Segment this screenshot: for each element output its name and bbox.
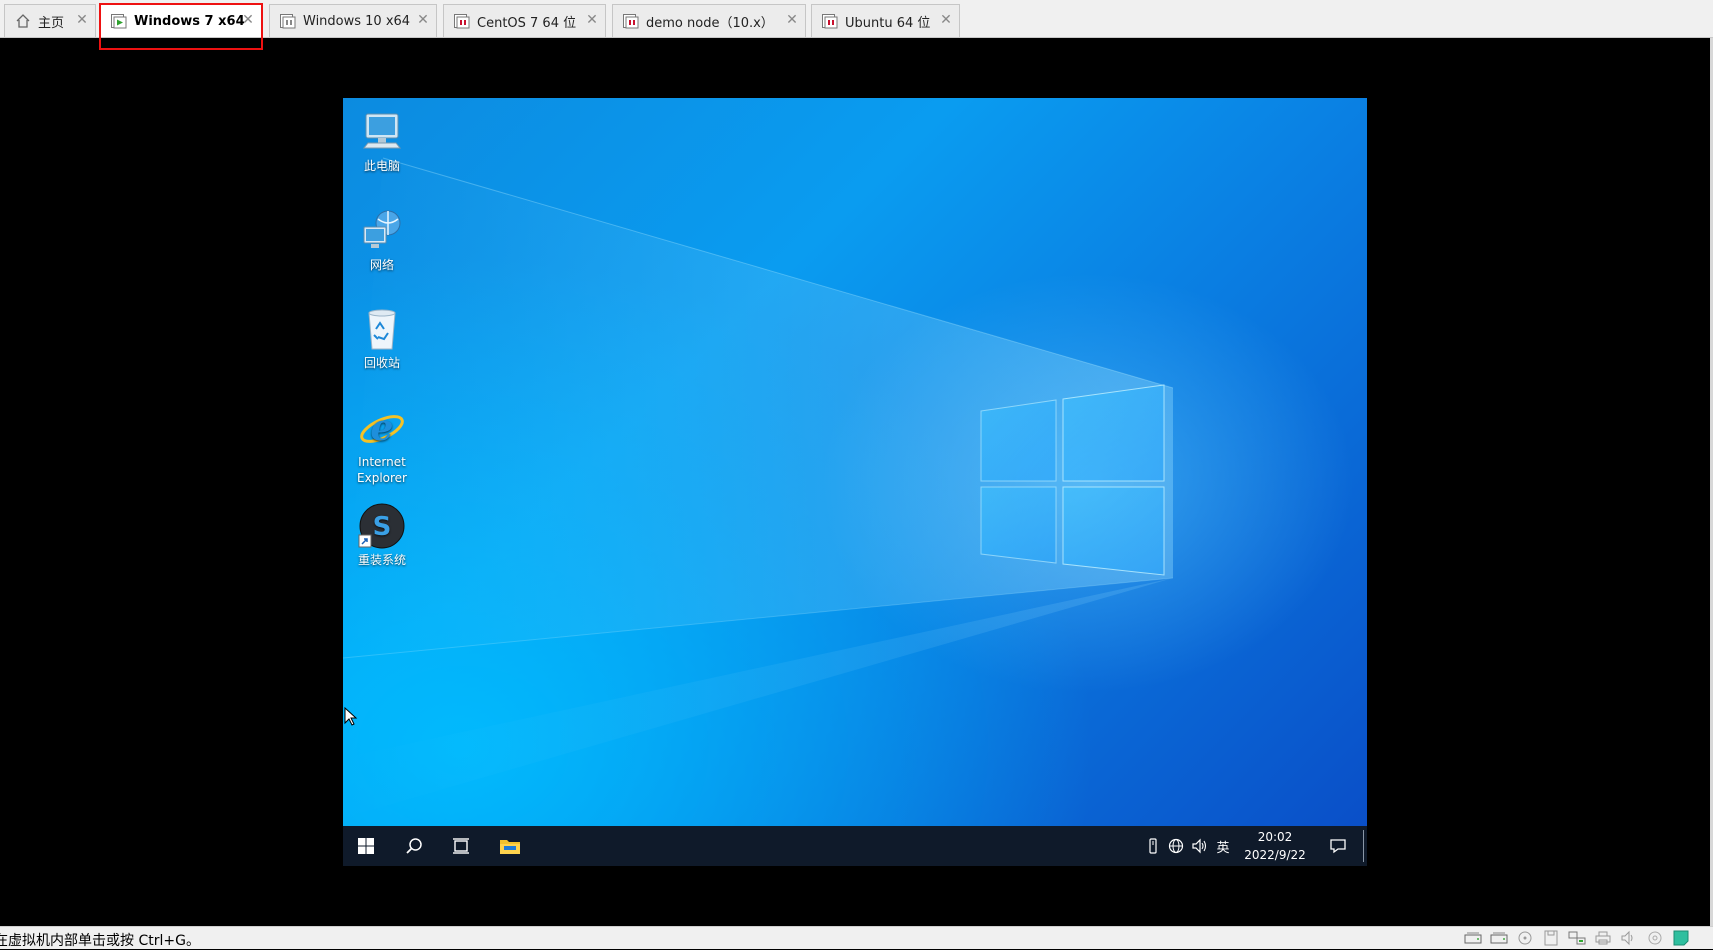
this-pc-icon: [358, 108, 406, 156]
usb-icon[interactable]: [1645, 930, 1665, 946]
vm-icon: [453, 12, 471, 30]
tab-label: demo node（10.x）: [646, 15, 774, 31]
start-icon: [358, 838, 374, 854]
status-bar: 在虚拟机内部单击或按 Ctrl+G。: [0, 926, 1713, 949]
volume-icon: [1192, 838, 1207, 854]
tab-label: Ubuntu 64 位: [845, 15, 931, 31]
vm-running-icon: [110, 12, 128, 30]
file-explorer-icon: [500, 840, 520, 854]
network-icon: [358, 207, 406, 255]
internet-explorer-icon: e: [358, 404, 406, 452]
icon-label: 网络: [369, 258, 394, 272]
task-view-icon: [453, 838, 469, 854]
search-button[interactable]: [391, 826, 437, 866]
tab-label: Windows 10 x64: [303, 13, 411, 29]
desktop-wallpaper[interactable]: 此电脑 网络 回收站 e Internet Explorer S 重装系统: [343, 98, 1367, 826]
status-message: 在虚拟机内部单击或按 Ctrl+G。: [0, 933, 200, 949]
vm-icon: [279, 12, 297, 30]
task-view-button[interactable]: [438, 826, 484, 866]
tab-label: CentOS 7 64 位: [477, 15, 577, 31]
hard-disk-icon-2[interactable]: [1489, 930, 1509, 946]
tab-home[interactable]: 主页 ✕: [4, 4, 96, 37]
printer-icon[interactable]: [1593, 930, 1613, 946]
show-desktop-divider[interactable]: [1363, 830, 1364, 862]
network-adapter-icon[interactable]: [1567, 930, 1587, 946]
action-center-button[interactable]: [1318, 826, 1358, 866]
home-icon: [14, 12, 32, 30]
close-icon[interactable]: ✕: [75, 13, 89, 27]
usb-device-icon: [1149, 838, 1157, 854]
desktop-icon-internet-explorer[interactable]: e Internet Explorer: [351, 404, 413, 486]
vm-display[interactable]: 此电脑 网络 回收站 e Internet Explorer S 重装系统 英 …: [343, 98, 1367, 866]
svg-text:e: e: [371, 407, 394, 449]
message-icon[interactable]: [1671, 930, 1691, 946]
clock-time: 20:02: [1257, 830, 1293, 844]
tab-demo-node[interactable]: demo node（10.x） ✕: [612, 4, 806, 37]
close-icon[interactable]: ✕: [585, 13, 599, 27]
tray-input-method[interactable]: 英: [1211, 826, 1235, 866]
tray-network[interactable]: [1165, 826, 1187, 866]
vm-icon: [622, 12, 640, 30]
cd-dvd-icon[interactable]: [1515, 930, 1535, 946]
floppy-icon[interactable]: [1541, 930, 1561, 946]
device-icons: [1463, 930, 1691, 946]
taskbar: 英 20:02 2022/9/22: [343, 826, 1367, 866]
icon-label: Internet Explorer: [357, 455, 407, 485]
icon-label: 重装系统: [357, 553, 406, 567]
file-explorer-button[interactable]: [487, 826, 533, 866]
mouse-cursor-icon: [344, 706, 358, 731]
tab-windows-7-x64[interactable]: Windows 7 x64 ✕: [100, 4, 262, 37]
sound-icon[interactable]: [1619, 930, 1639, 946]
search-icon: [406, 838, 422, 854]
close-icon[interactable]: ✕: [416, 13, 430, 27]
close-icon[interactable]: ✕: [241, 13, 255, 27]
start-button[interactable]: [343, 826, 389, 866]
icon-label: 此电脑: [363, 159, 400, 173]
desktop-icon-recycle-bin[interactable]: 回收站: [351, 305, 413, 371]
notification-icon: [1330, 839, 1346, 854]
taskbar-clock[interactable]: 20:02 2022/9/22: [1241, 828, 1309, 864]
tray-volume[interactable]: [1189, 826, 1211, 866]
close-icon[interactable]: ✕: [785, 13, 799, 27]
close-icon[interactable]: ✕: [939, 13, 953, 27]
desktop-icon-reinstall-system[interactable]: S 重装系统: [351, 502, 413, 568]
vm-tab-bar: 主页 ✕ Windows 7 x64 ✕ Windows 10 x64 ✕ Ce…: [0, 0, 1713, 38]
tab-label: 主页: [38, 15, 65, 31]
reinstall-system-icon: S: [358, 502, 406, 550]
tab-ubuntu-64[interactable]: Ubuntu 64 位 ✕: [811, 4, 960, 37]
tab-label: Windows 7 x64: [134, 13, 245, 29]
vm-icon: [821, 12, 839, 30]
svg-text:S: S: [373, 512, 392, 542]
tab-centos-7-64[interactable]: CentOS 7 64 位 ✕: [443, 4, 606, 37]
globe-icon: [1168, 838, 1184, 854]
tab-windows-10-x64[interactable]: Windows 10 x64 ✕: [269, 4, 437, 37]
windows-logo-wallpaper: [343, 157, 1174, 818]
tray-usb[interactable]: [1143, 826, 1163, 866]
clock-date: 2022/9/22: [1244, 848, 1306, 862]
recycle-bin-icon: [358, 305, 406, 353]
desktop-icon-this-pc[interactable]: 此电脑: [351, 108, 413, 174]
desktop-icon-network[interactable]: 网络: [351, 207, 413, 273]
hard-disk-icon[interactable]: [1463, 930, 1483, 946]
icon-label: 回收站: [363, 356, 400, 370]
